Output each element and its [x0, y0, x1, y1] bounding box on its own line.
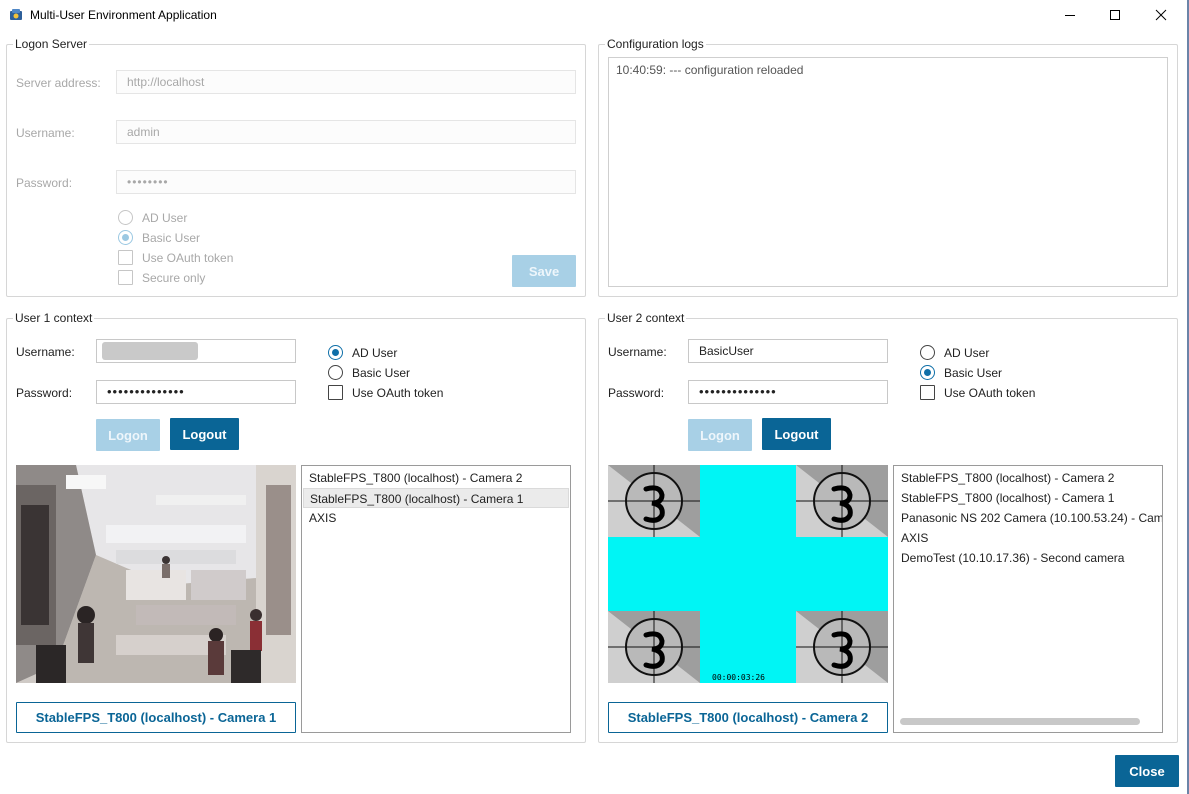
user1-camera-view[interactable]: [16, 465, 296, 683]
store-camera-image: [16, 465, 296, 683]
server-password-field[interactable]: ••••••••: [116, 170, 576, 194]
server-oauth-label: Use OAuth token: [142, 251, 234, 265]
server-password-label: Password:: [16, 176, 73, 190]
server-username-label: Username:: [16, 126, 75, 140]
camera-list-item[interactable]: DemoTest (10.10.17.36) - Second camera: [895, 548, 1161, 568]
user2-logon-button[interactable]: Logon: [688, 419, 752, 451]
save-button[interactable]: Save: [512, 255, 576, 287]
user2-ad-user-radio[interactable]: [920, 345, 935, 360]
log-entry: 10:40:59: --- configuration reloaded: [616, 63, 804, 77]
server-oauth-checkbox[interactable]: [118, 250, 133, 265]
user2-context-title: User 2 context: [605, 311, 687, 325]
video-timestamp: 00:00:03:26: [712, 673, 765, 682]
close-window-button[interactable]: [1138, 0, 1184, 30]
minimize-icon: [1065, 15, 1075, 16]
maximize-icon: [1110, 10, 1120, 20]
user1-logon-button[interactable]: Logon: [96, 419, 160, 451]
user2-ad-user-label: AD User: [944, 346, 990, 360]
logon-server-title: Logon Server: [13, 37, 90, 51]
server-basic-user-radio[interactable]: [118, 230, 133, 245]
user2-logout-button[interactable]: Logout: [762, 418, 831, 450]
user2-username-field[interactable]: BasicUser: [688, 339, 888, 363]
minimize-button[interactable]: [1047, 0, 1093, 30]
user1-camera-button[interactable]: StableFPS_T800 (localhost) - Camera 1: [16, 702, 296, 733]
user2-basic-user-radio[interactable]: [920, 365, 935, 380]
server-ad-user-label: AD User: [142, 211, 188, 225]
server-username-field[interactable]: admin: [116, 120, 576, 144]
user2-basic-user-label: Basic User: [944, 366, 1003, 380]
secure-only-checkbox[interactable]: [118, 270, 133, 285]
user1-ad-user-label: AD User: [352, 346, 398, 360]
maximize-button[interactable]: [1092, 0, 1138, 30]
config-logs-title: Configuration logs: [605, 37, 706, 51]
close-button[interactable]: Close: [1115, 755, 1179, 787]
user1-camera-list[interactable]: StableFPS_T800 (localhost) - Camera 2 St…: [301, 465, 571, 733]
user2-camera-view[interactable]: 00:00:03:26: [608, 465, 888, 683]
user1-context-title: User 1 context: [13, 311, 95, 325]
camera-list-item[interactable]: StableFPS_T800 (localhost) - Camera 1: [895, 488, 1161, 508]
user1-oauth-checkbox[interactable]: [328, 385, 343, 400]
window-title: Multi-User Environment Application: [30, 8, 217, 22]
user2-oauth-checkbox[interactable]: [920, 385, 935, 400]
test-pattern-image: [608, 465, 888, 683]
camera-list-item-selected[interactable]: StableFPS_T800 (localhost) - Camera 1: [303, 488, 569, 508]
camera-list-item[interactable]: StableFPS_T800 (localhost) - Camera 2: [895, 468, 1161, 488]
user2-password-field[interactable]: ••••••••••••••: [688, 380, 888, 404]
user1-oauth-label: Use OAuth token: [352, 386, 444, 400]
user2-oauth-label: Use OAuth token: [944, 386, 1036, 400]
server-ad-user-radio[interactable]: [118, 210, 133, 225]
title-bar: Multi-User Environment Application: [0, 0, 1189, 30]
camera-list-item[interactable]: AXIS: [895, 528, 1161, 548]
user2-camera-list[interactable]: StableFPS_T800 (localhost) - Camera 2 St…: [893, 465, 1163, 733]
user1-basic-user-radio[interactable]: [328, 365, 343, 380]
camera-list-item[interactable]: StableFPS_T800 (localhost) - Camera 2: [303, 468, 569, 488]
server-address-label: Server address:: [16, 76, 101, 90]
horizontal-scrollbar[interactable]: [900, 718, 1140, 725]
config-log-box[interactable]: 10:40:59: --- configuration reloaded: [608, 57, 1168, 287]
user1-basic-user-label: Basic User: [352, 366, 411, 380]
server-basic-user-label: Basic User: [142, 231, 201, 245]
user2-camera-button[interactable]: StableFPS_T800 (localhost) - Camera 2: [608, 702, 888, 733]
secure-only-label: Secure only: [142, 271, 206, 285]
camera-list-item[interactable]: AXIS: [303, 508, 569, 528]
user2-password-label: Password:: [608, 386, 665, 400]
user1-logout-button[interactable]: Logout: [170, 418, 239, 450]
user1-ad-user-radio[interactable]: [328, 345, 343, 360]
close-icon: [1155, 9, 1167, 21]
app-icon: [10, 9, 22, 20]
user1-password-field[interactable]: ••••••••••••••: [96, 380, 296, 404]
user2-username-label: Username:: [608, 345, 667, 359]
server-address-field[interactable]: http://localhost: [116, 70, 576, 94]
redacted-username: [102, 342, 198, 360]
camera-list-item[interactable]: Panasonic NS 202 Camera (10.100.53.24) -…: [895, 508, 1162, 528]
user1-username-label: Username:: [16, 345, 75, 359]
user1-password-label: Password:: [16, 386, 73, 400]
